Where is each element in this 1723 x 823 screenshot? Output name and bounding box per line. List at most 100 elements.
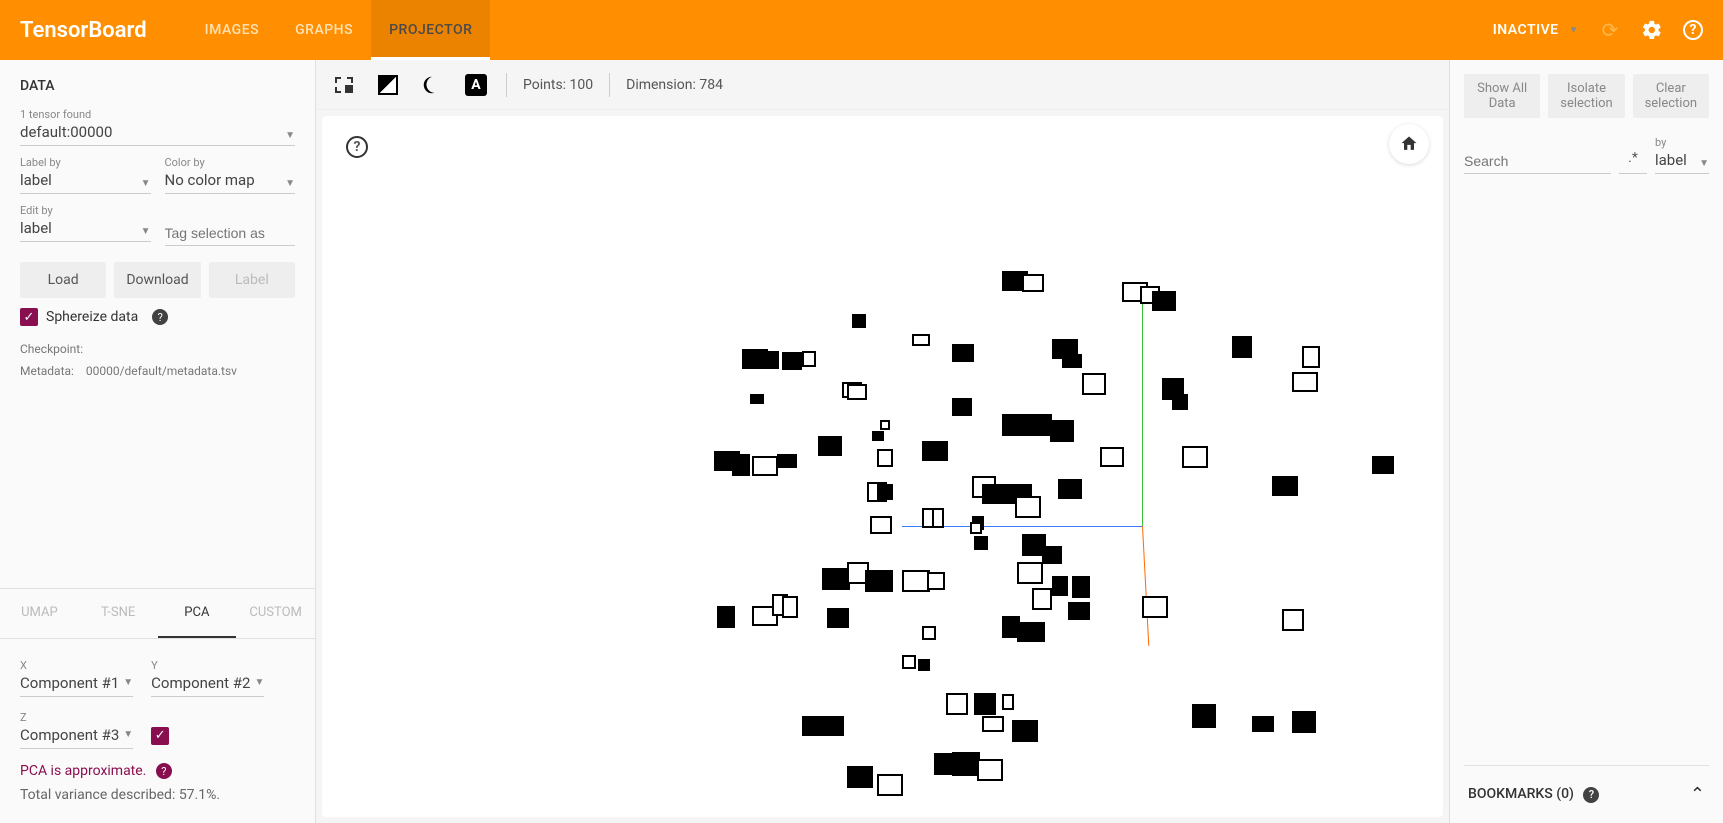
brightness-icon[interactable] (374, 71, 402, 99)
data-point[interactable] (1052, 576, 1068, 596)
tab-pca[interactable]: PCA (158, 589, 237, 638)
data-point[interactable] (1100, 447, 1124, 467)
data-point[interactable] (1152, 291, 1176, 311)
data-point[interactable] (847, 766, 873, 788)
data-point[interactable] (902, 655, 916, 669)
reload-icon[interactable]: ⟳ (1599, 19, 1621, 41)
data-point[interactable] (974, 693, 996, 715)
data-point[interactable] (1015, 496, 1041, 518)
data-point[interactable] (1292, 372, 1318, 392)
data-point[interactable] (1017, 562, 1043, 584)
data-point[interactable] (982, 484, 1006, 504)
data-point[interactable] (802, 351, 816, 367)
night-mode-icon[interactable] (418, 71, 446, 99)
data-point[interactable] (717, 606, 735, 628)
data-point[interactable] (872, 431, 884, 441)
data-point[interactable] (847, 384, 867, 400)
projector-viewport[interactable]: ? (322, 116, 1443, 817)
data-point[interactable] (952, 398, 972, 416)
tab-tsne[interactable]: T-SNE (79, 589, 158, 638)
data-point[interactable] (1162, 378, 1184, 400)
load-button[interactable]: Load (20, 262, 106, 298)
download-button[interactable]: Download (114, 262, 200, 298)
label-button[interactable]: Label (209, 262, 295, 298)
data-point[interactable] (1017, 622, 1045, 642)
data-point[interactable] (952, 344, 974, 362)
data-point[interactable] (1022, 274, 1044, 292)
z-enable-checkbox[interactable]: ✓ (151, 727, 169, 745)
tab-custom[interactable]: CUSTOM (236, 589, 315, 638)
data-point[interactable] (1242, 336, 1252, 358)
data-point[interactable] (927, 572, 945, 590)
data-point[interactable] (982, 716, 1004, 732)
tab-umap[interactable]: UMAP (0, 589, 79, 638)
data-point[interactable] (752, 456, 778, 476)
data-point[interactable] (1272, 476, 1298, 496)
search-by-select[interactable]: label ▼ (1655, 151, 1709, 174)
data-point[interactable] (1282, 609, 1304, 631)
z-component-select[interactable]: Component #3 ▼ (20, 726, 133, 749)
data-point[interactable] (918, 659, 930, 671)
data-point[interactable] (932, 508, 944, 528)
data-point[interactable] (732, 454, 750, 476)
show-all-button[interactable]: Show All Data (1464, 74, 1540, 118)
data-point[interactable] (820, 716, 844, 736)
data-point[interactable] (970, 522, 982, 534)
data-point[interactable] (1002, 694, 1014, 710)
data-point[interactable] (865, 570, 893, 592)
x-component-select[interactable]: Component #1 ▼ (20, 674, 133, 697)
runs-selector[interactable]: INACTIVE ▼ (1493, 22, 1579, 38)
edit-by-select[interactable]: label ▼ (20, 219, 151, 242)
data-point[interactable] (952, 752, 980, 776)
data-point[interactable] (822, 568, 850, 590)
data-point[interactable] (818, 436, 842, 456)
data-point[interactable] (1182, 446, 1208, 468)
data-point[interactable] (852, 314, 866, 328)
clear-button[interactable]: Clear selection (1633, 74, 1709, 118)
data-point[interactable] (782, 596, 798, 618)
isolate-button[interactable]: Isolate selection (1548, 74, 1624, 118)
sphereize-checkbox[interactable]: ✓ (20, 308, 38, 326)
data-point[interactable] (1192, 704, 1216, 728)
data-point[interactable] (1012, 720, 1038, 742)
reset-view-icon[interactable] (1389, 124, 1429, 164)
data-point[interactable] (750, 394, 764, 404)
label-by-select[interactable]: label ▼ (20, 171, 151, 194)
data-point[interactable] (757, 351, 779, 369)
select-box-icon[interactable] (330, 71, 358, 99)
tab-graphs[interactable]: GRAPHS (277, 0, 371, 60)
data-point[interactable] (1058, 479, 1082, 499)
data-point[interactable] (977, 759, 1003, 781)
data-point[interactable] (782, 352, 802, 370)
tab-projector[interactable]: PROJECTOR (371, 0, 490, 60)
data-point[interactable] (1050, 420, 1074, 442)
data-point[interactable] (870, 516, 892, 534)
label-mode-icon[interactable]: A (462, 71, 490, 99)
data-point[interactable] (827, 608, 849, 628)
data-point[interactable] (902, 570, 930, 592)
data-point[interactable] (777, 454, 797, 468)
data-point[interactable] (1062, 354, 1082, 368)
color-by-select[interactable]: No color map ▼ (165, 171, 296, 194)
data-point[interactable] (946, 693, 968, 715)
y-component-select[interactable]: Component #2 ▼ (151, 674, 264, 697)
data-point[interactable] (1142, 596, 1168, 618)
help-icon[interactable]: ? (1683, 20, 1703, 40)
data-point[interactable] (877, 484, 893, 500)
data-point[interactable] (922, 441, 948, 461)
info-icon[interactable]: ? (152, 309, 168, 325)
data-point[interactable] (1032, 588, 1052, 610)
data-point[interactable] (877, 774, 903, 796)
data-point[interactable] (880, 420, 890, 430)
data-point[interactable] (1252, 716, 1274, 732)
settings-icon[interactable] (1641, 19, 1663, 41)
data-point[interactable] (1002, 414, 1026, 436)
bookmarks-toggle[interactable]: BOOKMARKS (0) ? ⌃ (1464, 765, 1709, 823)
regex-toggle[interactable]: .* (1619, 146, 1647, 174)
tag-input[interactable] (165, 219, 296, 246)
data-point[interactable] (1292, 711, 1316, 733)
data-point[interactable] (912, 334, 930, 346)
search-input[interactable] (1464, 147, 1611, 174)
help-icon[interactable]: ? (346, 136, 368, 158)
data-point[interactable] (1068, 602, 1090, 620)
